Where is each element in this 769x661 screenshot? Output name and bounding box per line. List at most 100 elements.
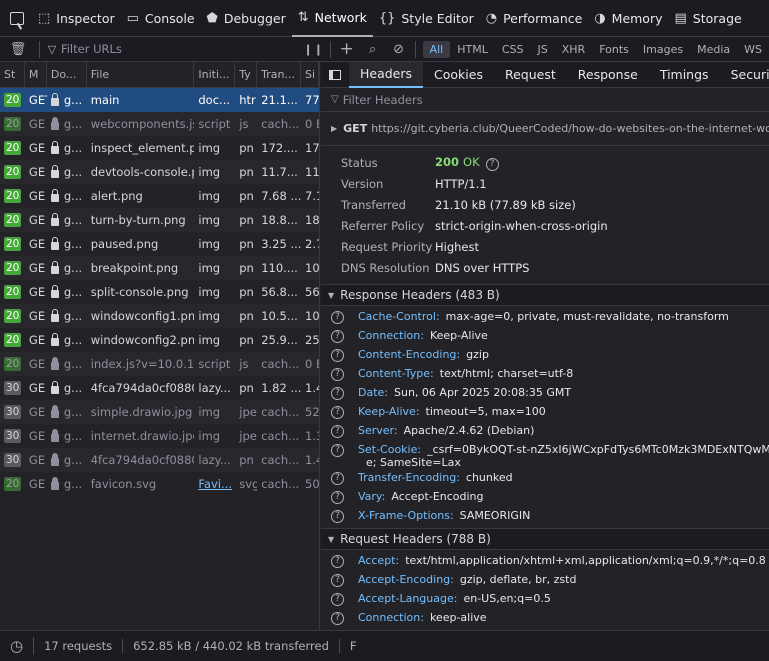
help-icon[interactable]: ?: [331, 555, 344, 568]
header-name: Cache-Control:: [358, 310, 440, 323]
trash-icon[interactable]: 🗑: [0, 42, 36, 57]
request-url-row[interactable]: ▶ GET https://git.cyberia.club/QueerCoded/…: [321, 112, 769, 146]
help-icon[interactable]: ?: [331, 425, 344, 438]
request-row[interactable]: 20 GE g... split-console.png img pn 56.8... 56: [0, 280, 319, 304]
value-size: 10: [305, 261, 319, 275]
request-method: GET: [343, 122, 368, 135]
request-row[interactable]: 20 GE g... paused.png img pn 3.25 ...2.7: [0, 232, 319, 256]
request-row[interactable]: 20 GE g... favicon.svg Favi... svg cach... 50: [0, 472, 319, 496]
domain-text: g...: [63, 141, 83, 155]
tab-network[interactable]: ⇅ Network: [291, 0, 373, 37]
divider: [329, 40, 331, 58]
help-icon[interactable]: ?: [331, 387, 344, 400]
help-icon[interactable]: ?: [331, 311, 344, 324]
request-row[interactable]: 30 GE g... internet.drawio.jpg img jpe cach...…: [0, 424, 319, 448]
type-filter-css[interactable]: CSS: [495, 41, 531, 58]
search-icon[interactable]: ⌕: [360, 42, 386, 57]
lock-icon: [50, 308, 59, 322]
value-type: htr: [239, 93, 256, 107]
lock-icon: [50, 452, 59, 466]
request-row[interactable]: 20 GE g... index.js?v=10.0.1~gscript js cach.…: [0, 352, 319, 376]
request-row[interactable]: 20 GE g... windowconfig1.png img pn 10.5... 10: [0, 304, 319, 328]
plus-icon[interactable]: +: [334, 39, 360, 59]
request-row[interactable]: 20 GE g... inspect_element.pn img pn 172.... 17: [0, 136, 319, 160]
help-icon[interactable]: ?: [331, 612, 344, 625]
cell-file: index.js?v=10.0.1~g: [87, 352, 195, 376]
help-icon[interactable]: ?: [331, 406, 344, 419]
tab-inspector[interactable]: ⬚ Inspector: [32, 0, 121, 37]
value-type: pn: [239, 213, 254, 227]
request-row[interactable]: 20 GE g... webcomponents.js? script js cach...…: [0, 112, 319, 136]
help-icon[interactable]: ?: [331, 368, 344, 381]
value-transferred: 18.8...: [261, 213, 298, 227]
tab-request[interactable]: Request: [494, 62, 567, 88]
cell-status: 20: [0, 328, 25, 352]
filter-urls-input[interactable]: [60, 36, 301, 62]
request-row[interactable]: 20 GE g... breakpoint.png img pn 110.... 10: [0, 256, 319, 280]
value-size: 1.4: [305, 453, 319, 467]
tab-cookies[interactable]: Cookies: [423, 62, 494, 88]
sidebar-toggle-button[interactable]: [321, 62, 349, 88]
header-value: gzip, deflate, br, zstd: [459, 573, 577, 586]
request-row[interactable]: 20 GET g... main doc... htr 21.1... 77: [0, 88, 319, 112]
help-icon[interactable]: ?: [331, 593, 344, 606]
help-icon[interactable]: ?: [331, 510, 344, 523]
value-initiator: img: [198, 309, 221, 323]
help-icon[interactable]: ?: [331, 444, 344, 457]
tab-performance[interactable]: ◔ Performance: [480, 0, 589, 37]
value-initiator: img: [198, 405, 221, 419]
request-row[interactable]: 20 GE g... devtools-console.pi img pn 11.7... 1…: [0, 160, 319, 184]
tab-style-editor[interactable]: {} Style Editor: [373, 0, 480, 37]
tab-memory[interactable]: ◑ Memory: [588, 0, 668, 37]
type-filter-ws[interactable]: WS: [737, 41, 769, 58]
filter-headers[interactable]: ▽ Filter Headers: [321, 88, 769, 112]
column-header[interactable]: Initi...: [194, 62, 236, 87]
devtools-toolbar: ⬚ Inspector ▭ Console ⬟ Debugger ⇅ Network {} Sty…: [0, 0, 769, 37]
column-header[interactable]: Si: [301, 62, 319, 87]
help-icon[interactable]: ?: [331, 330, 344, 343]
tab-debugger[interactable]: ⬟ Debugger: [201, 0, 292, 37]
column-header[interactable]: St: [0, 62, 25, 87]
cell-initiator: img: [194, 256, 235, 280]
request-row[interactable]: 20 GE g... turn-by-turn.png img pn 18.8... 18: [0, 208, 319, 232]
response-headers: ? Cache-Control: max-age=0, private, must-…: [321, 306, 769, 528]
request-row[interactable]: 20 GE g... windowconfig2.png img pn 25.9... 25: [0, 328, 319, 352]
column-header[interactable]: Do...: [47, 62, 87, 87]
element-picker-button[interactable]: [0, 0, 32, 37]
type-filter-html[interactable]: HTML: [450, 41, 495, 58]
tab-security[interactable]: Security: [720, 62, 769, 88]
tab-response[interactable]: Response: [567, 62, 649, 88]
lock-icon: [50, 428, 59, 442]
type-filter-xhr[interactable]: XHR: [555, 41, 592, 58]
response-headers-section[interactable]: ▼ Response Headers (483 B): [321, 284, 769, 306]
help-icon[interactable]: ?: [331, 491, 344, 504]
value-method: GE: [28, 381, 46, 395]
request-row[interactable]: 30 GE g... 4fca794da0cf08804flazy... pn 1.82 …: [0, 376, 319, 400]
column-header[interactable]: File: [87, 62, 195, 87]
request-headers-section[interactable]: ▼ Request Headers (788 B): [321, 528, 769, 550]
type-filter-js[interactable]: JS: [531, 41, 555, 58]
type-filter-fonts[interactable]: Fonts: [592, 41, 636, 58]
request-row[interactable]: 30 GE g... 4fca794da0cf08804flazy... pn cach.…: [0, 448, 319, 472]
pause-icon[interactable]: ❙❙: [301, 43, 327, 56]
tab-console[interactable]: ▭ Console: [121, 0, 201, 37]
tab-storage[interactable]: ▤ Storage: [669, 0, 748, 37]
help-icon[interactable]: ?: [485, 157, 499, 171]
type-filter-media[interactable]: Media: [690, 41, 737, 58]
column-header[interactable]: Tran...: [257, 62, 302, 87]
column-header[interactable]: M: [25, 62, 47, 87]
lock-icon: [50, 164, 59, 178]
performance-analysis-button[interactable]: ◷: [0, 637, 35, 655]
help-icon[interactable]: ?: [331, 574, 344, 587]
tab-headers[interactable]: Headers: [349, 62, 424, 88]
type-filter-images[interactable]: Images: [636, 41, 690, 58]
column-header[interactable]: Ty: [235, 62, 258, 87]
help-icon[interactable]: ?: [331, 349, 344, 362]
type-filter-all[interactable]: All: [422, 40, 451, 58]
request-row[interactable]: 20 GE g... alert.png img pn 7.68 ...7.1: [0, 184, 319, 208]
help-icon[interactable]: ?: [331, 472, 344, 485]
block-icon[interactable]: ⊘: [386, 42, 412, 57]
value-size: 0 E: [305, 117, 319, 131]
tab-timings[interactable]: Timings: [649, 62, 720, 88]
request-row[interactable]: 30 GE g... simple.drawio.jpg img jpe cach... 52: [0, 400, 319, 424]
